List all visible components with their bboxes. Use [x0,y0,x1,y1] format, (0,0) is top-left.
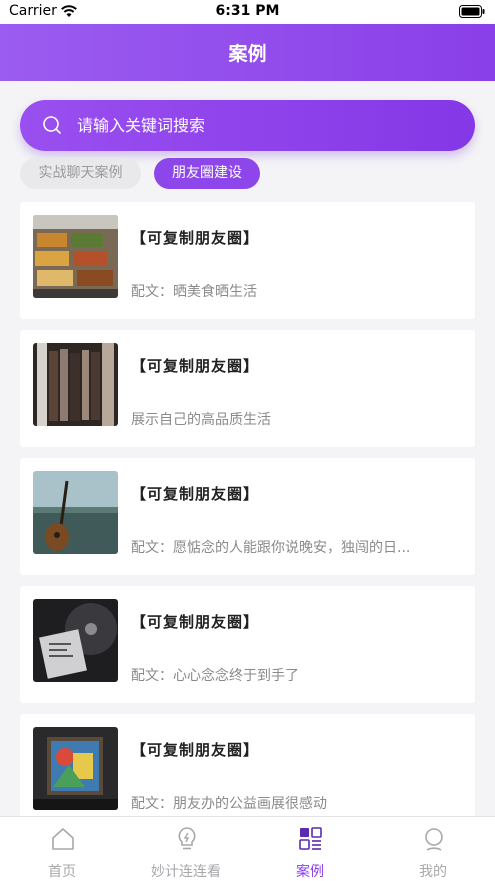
status-bar: Carrier 6:31 PM [0,0,495,24]
page-title: 案例 [228,43,267,65]
case-thumbnail-guitar [33,471,118,554]
cases-icon [299,827,322,850]
case-title: 【可复制朋友圈】 [131,229,260,247]
search-icon [43,116,61,134]
tab-profile[interactable]: 我的 [371,817,495,881]
search-input[interactable]: 请输入关键词搜索 [77,100,457,151]
tab-label: 妙计连连看 [151,864,221,880]
case-thumbnail-painting [33,727,118,810]
case-card[interactable]: 【可复制朋友圈】 配文：愿惦念的人能跟你说晚安，独闯的日... [20,458,475,575]
case-desc: 配文：心心念念终于到手了 [131,668,299,684]
case-desc: 配文：愿惦念的人能跟你说晚安，独闯的日... [131,540,411,556]
status-time: 6:31 PM [215,3,280,19]
case-card[interactable]: 【可复制朋友圈】 配文：朋友办的公益画展很感动 [20,714,475,831]
case-desc: 展示自己的高品质生活 [131,412,271,428]
lightbulb-icon [178,827,196,850]
case-card[interactable]: 【可复制朋友圈】 配文：心心念念终于到手了 [20,586,475,703]
battery-icon [459,5,485,18]
nav-bar: 案例 [0,24,495,81]
profile-icon [425,828,443,851]
case-thumbnail-food [33,215,118,298]
tab-tips[interactable]: 妙计连连看 [124,817,248,881]
case-card[interactable]: 【可复制朋友圈】 展示自己的高品质生活 [20,330,475,447]
case-title: 【可复制朋友圈】 [131,485,260,503]
case-title: 【可复制朋友圈】 [131,741,260,759]
case-desc: 配文：晒美食晒生活 [131,284,257,300]
category-chip-moments[interactable]: 朋友圈建设 [154,158,260,189]
tab-home[interactable]: 首页 [0,817,124,881]
case-card[interactable]: 【可复制朋友圈】 配文：晒美食晒生活 [20,202,475,319]
tab-label: 我的 [419,864,447,880]
home-icon [52,828,74,850]
tab-label: 案例 [296,864,324,880]
case-title: 【可复制朋友圈】 [131,357,260,375]
case-desc: 配文：朋友办的公益画展很感动 [131,796,327,812]
tab-cases[interactable]: 案例 [248,817,372,881]
search-bar[interactable]: 请输入关键词搜索 [20,100,475,151]
tab-bar: 首页 妙计连连看 案例 我的 [0,816,495,881]
tab-label: 首页 [48,864,76,880]
case-thumbnail-album [33,599,118,682]
case-title: 【可复制朋友圈】 [131,613,260,631]
category-chip-chat-cases[interactable]: 实战聊天案例 [20,158,141,189]
case-thumbnail-wardrobe [33,343,118,426]
